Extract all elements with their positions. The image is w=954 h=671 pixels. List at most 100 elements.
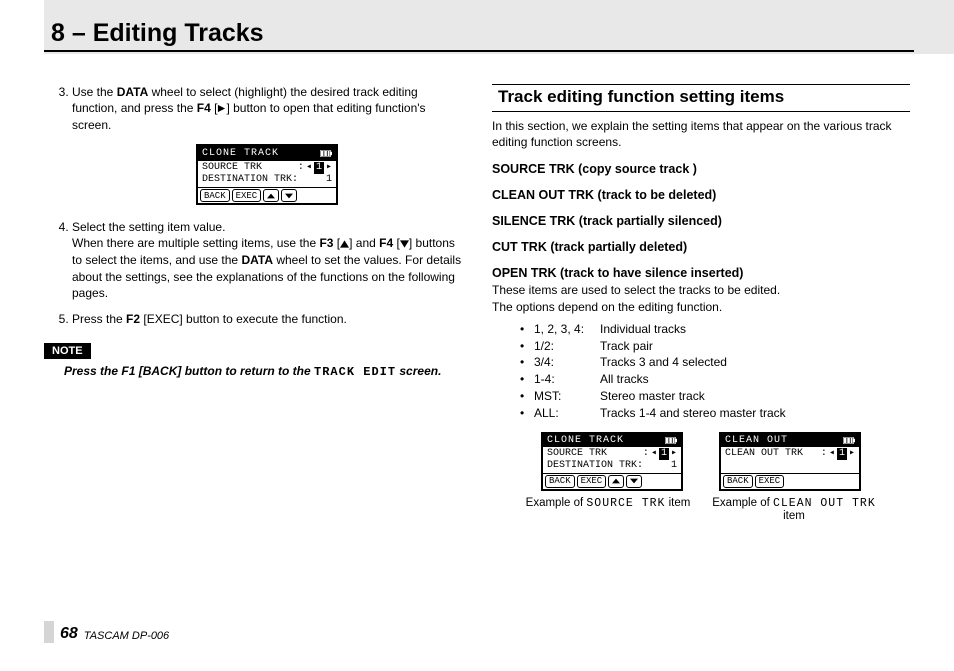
note-text: Press the F1 [BACK] button to return to … [64, 363, 462, 380]
triangle-down-icon [630, 478, 638, 484]
list-item: 1/2:Track pair [520, 338, 910, 355]
lcd-value: :◂1▸ [643, 448, 677, 460]
triangle-up-icon [340, 236, 349, 252]
lcd-body: SOURCE TRK :◂1▸ DESTINATION TRK: 1 [198, 161, 336, 187]
lcd-label: SOURCE TRK [202, 162, 262, 174]
text: Example of [526, 497, 587, 509]
f2-button-ref: F2 [126, 312, 140, 326]
lcd-source-example: CLONE TRACK SOURCE TRK :◂1▸ DESTINATION … [541, 432, 683, 491]
f4-button-ref: F4 [197, 101, 211, 115]
footer-tab-icon [44, 621, 54, 643]
triangle-down-icon [400, 236, 409, 252]
lcd-value: :◂1▸ [821, 448, 855, 460]
lcd-exec-button: EXEC [232, 189, 262, 202]
lcd-label: SOURCE TRK [547, 448, 607, 460]
lcd-title-text: CLONE TRACK [547, 435, 624, 446]
step-3: Use the DATA wheel to select (highlight)… [72, 84, 462, 205]
option-val: Stereo master track [600, 388, 705, 405]
triangle-up-icon [612, 478, 620, 484]
lcd-selected-value: 1 [837, 448, 847, 460]
triangle-up-icon [267, 193, 275, 199]
header-rule [44, 50, 914, 52]
text: item [665, 497, 690, 509]
lcd-clone-track: CLONE TRACK SOURCE TRK :◂1▸ DESTINATION … [196, 144, 338, 206]
page-footer: 68 TASCAM DP-006 [44, 621, 169, 643]
lcd-label: CLEAN OUT TRK [725, 448, 803, 460]
lcd-cleanout-example: CLEAN OUT CLEAN OUT TRK :◂1▸ BACK EXEC [719, 432, 861, 491]
text: ] and [349, 236, 379, 250]
lcd-footer: BACK EXEC [198, 187, 336, 203]
text: [ [333, 236, 340, 250]
steps-list: Use the DATA wheel to select (highlight)… [44, 84, 462, 327]
list-item: MST:Stereo master track [520, 388, 910, 405]
battery-icon [665, 437, 677, 444]
lcd-footer: BACK EXEC [543, 473, 681, 489]
text: [EXEC] button to execute the function. [140, 312, 347, 326]
lcd-title-text: CLEAN OUT [725, 435, 788, 446]
right-column: Track editing function setting items In … [492, 84, 910, 522]
option-val: Individual tracks [600, 321, 686, 338]
lcd-titlebar: CLONE TRACK [543, 434, 681, 447]
lcd-up-button [263, 189, 279, 202]
option-key: 1/2: [534, 338, 600, 355]
battery-icon [320, 150, 332, 157]
option-key: 1, 2, 3, 4: [534, 321, 600, 338]
item-silence-trk: SILENCE TRK (track partially silenced) [492, 214, 910, 228]
battery-icon [843, 437, 855, 444]
mono-text: CLEAN OUT TRK [773, 497, 876, 510]
content-area: Use the DATA wheel to select (highlight)… [0, 54, 954, 522]
option-val: Tracks 3 and 4 selected [600, 354, 727, 371]
option-key: MST: [534, 388, 600, 405]
page-number: 68 [60, 625, 78, 643]
option-val: Tracks 1-4 and stereo master track [600, 405, 786, 422]
text: Press the [72, 312, 126, 326]
lcd-value: :◂1▸ [298, 162, 332, 174]
section-heading: Track editing function setting items [492, 84, 910, 112]
text: When there are multiple setting items, u… [72, 236, 319, 250]
list-item: 3/4:Tracks 3 and 4 selected [520, 354, 910, 371]
text: Example of [712, 497, 773, 509]
lcd-body: SOURCE TRK :◂1▸ DESTINATION TRK: 1 [543, 447, 681, 473]
text: Select the setting item value. [72, 220, 225, 234]
lcd-body: CLEAN OUT TRK :◂1▸ [721, 447, 859, 473]
lcd-value: 1 [326, 174, 332, 186]
lcd-up-button [608, 475, 624, 488]
chevron-right-icon: ▸ [671, 448, 677, 460]
list-item: 1, 2, 3, 4:Individual tracks [520, 321, 910, 338]
lcd-footer: BACK EXEC [721, 473, 859, 489]
lcd-selected-value: 1 [314, 162, 324, 174]
list-item: 1-4:All tracks [520, 371, 910, 388]
option-key: 1-4: [534, 371, 600, 388]
triangle-down-icon [285, 193, 293, 199]
item-cut-trk: CUT TRK (track partially deleted) [492, 240, 910, 254]
list-item: ALL:Tracks 1-4 and stereo master track [520, 405, 910, 422]
f4-button-ref: F4 [379, 236, 393, 250]
step-5: Press the F2 [EXEC] button to execute th… [72, 311, 462, 327]
lcd-exec-button: EXEC [577, 475, 607, 488]
lcd-row [725, 460, 855, 472]
text: [BACK] button to return to the [135, 364, 314, 378]
item-open-trk: OPEN TRK (track to have silence inserted… [492, 266, 910, 280]
step-4: Select the setting item value. When ther… [72, 219, 462, 301]
section-intro: In this section, we explain the setting … [492, 118, 910, 150]
option-key: 3/4: [534, 354, 600, 371]
product-model: TASCAM DP-006 [84, 630, 169, 643]
lcd-label: DESTINATION TRK: [547, 460, 643, 472]
caption-row: Example of SOURCE TRK item Example of CL… [492, 497, 910, 522]
item-clean-out-trk: CLEAN OUT TRK (track to be deleted) [492, 188, 910, 202]
text: Press the [64, 364, 121, 378]
f3-button-ref: F3 [319, 236, 333, 250]
lcd-row: DESTINATION TRK: 1 [547, 460, 677, 472]
lcd-selected-value: 1 [659, 448, 669, 460]
data-wheel-ref: DATA [117, 85, 149, 99]
lcd-back-button: BACK [545, 475, 575, 488]
lcd-row: SOURCE TRK :◂1▸ [547, 448, 677, 460]
lcd-exec-button: EXEC [755, 475, 785, 488]
lcd-label: DESTINATION TRK: [202, 174, 298, 186]
left-column: Use the DATA wheel to select (highlight)… [44, 84, 462, 522]
text: screen. [396, 364, 441, 378]
caption-source: Example of SOURCE TRK item [518, 497, 698, 522]
lcd-row-dest: DESTINATION TRK: 1 [202, 174, 332, 186]
text: [ [393, 236, 400, 250]
chevron-right-icon: ▸ [849, 448, 855, 460]
